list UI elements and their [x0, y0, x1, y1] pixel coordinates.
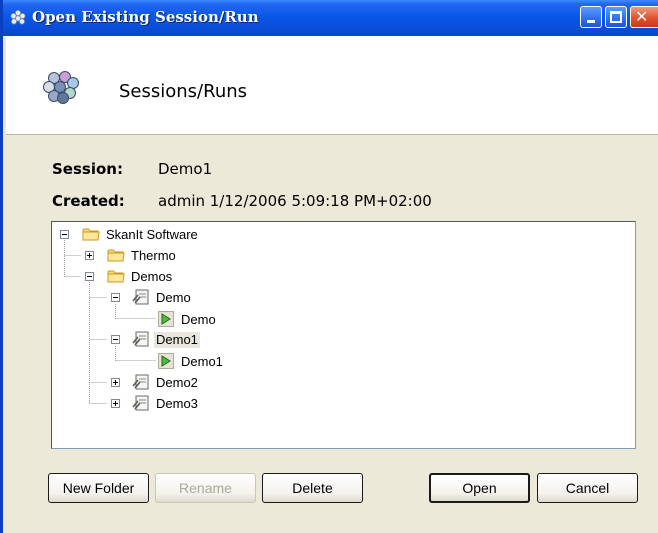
collapse-icon[interactable] — [111, 335, 120, 344]
window-title: Open Existing Session/Run — [32, 8, 259, 26]
minimize-button[interactable] — [580, 6, 602, 28]
expand-icon[interactable] — [85, 251, 94, 260]
collapse-icon[interactable] — [60, 230, 69, 239]
session-icon — [132, 374, 149, 390]
session-tree[interactable]: SkanIt Software Thermo Demos Demo Demo D… — [51, 221, 636, 449]
cancel-button[interactable]: Cancel — [537, 473, 638, 503]
rename-button[interactable]: Rename — [155, 473, 256, 503]
maximize-icon — [610, 11, 622, 23]
session-label: Session: — [52, 160, 123, 178]
dialog-header: Sessions/Runs — [6, 36, 658, 135]
new-folder-button[interactable]: New Folder — [48, 473, 149, 503]
open-session-dialog: Open Existing Session/Run ✕ Sessions/Run… — [0, 0, 658, 533]
session-icon — [132, 395, 149, 411]
tree-node-skanit-software[interactable]: SkanIt Software — [106, 227, 198, 243]
title-bar[interactable]: Open Existing Session/Run ✕ — [3, 0, 658, 36]
tree-node-demo[interactable]: Demo — [156, 290, 191, 306]
tree-node-demo1[interactable]: Demo1 — [154, 332, 200, 348]
created-label: Created: — [52, 192, 125, 210]
open-button[interactable]: Open — [429, 473, 530, 503]
tree-node-demo3[interactable]: Demo3 — [156, 396, 198, 412]
collapse-icon[interactable] — [111, 293, 120, 302]
header-title: Sessions/Runs — [119, 81, 248, 102]
delete-button[interactable]: Delete — [262, 473, 363, 503]
minimize-icon — [587, 20, 595, 23]
session-value: Demo1 — [158, 160, 213, 178]
collapse-icon[interactable] — [85, 272, 94, 281]
tree-node-demos[interactable]: Demos — [131, 269, 172, 285]
folder-icon — [107, 249, 125, 262]
run-icon — [158, 311, 174, 327]
folder-icon — [107, 270, 125, 283]
tree-node-demo2[interactable]: Demo2 — [156, 375, 198, 391]
maximize-button[interactable] — [605, 6, 627, 28]
expand-icon[interactable] — [111, 399, 120, 408]
session-icon — [132, 331, 149, 347]
tree-node-demo-run[interactable]: Demo — [181, 312, 216, 328]
close-icon: ✕ — [635, 7, 649, 26]
folder-icon — [82, 228, 100, 241]
created-value: admin 1/12/2006 5:09:18 PM+02:00 — [158, 192, 432, 210]
session-icon — [132, 289, 149, 305]
close-button[interactable]: ✕ — [630, 6, 658, 28]
app-icon — [10, 10, 26, 25]
tree-node-thermo[interactable]: Thermo — [131, 248, 176, 264]
run-icon — [158, 353, 174, 369]
tree-node-demo1-run[interactable]: Demo1 — [181, 354, 223, 370]
sessions-icon — [43, 71, 79, 104]
expand-icon[interactable] — [111, 378, 120, 387]
